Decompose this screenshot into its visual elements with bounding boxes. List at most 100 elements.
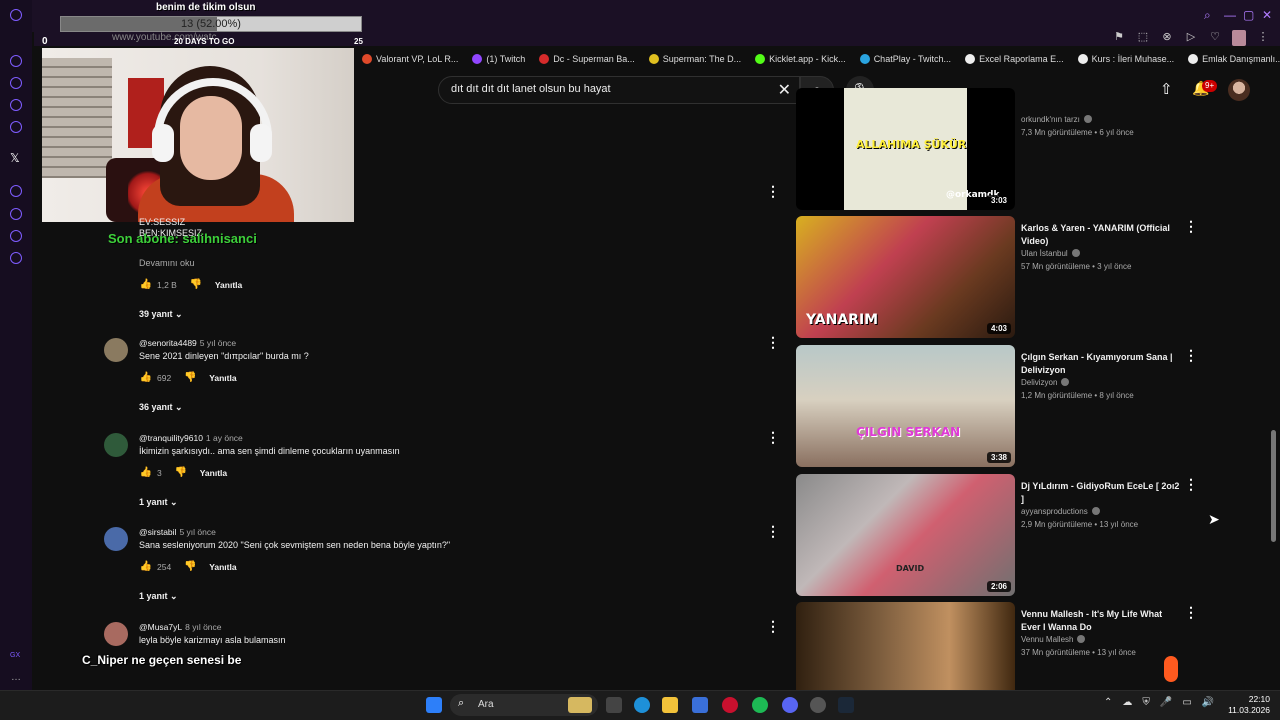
dislike-icon[interactable]: 👎 (189, 279, 203, 290)
comment-time[interactable]: 5 yıl önce (179, 527, 215, 537)
like-icon[interactable]: 👍 (139, 561, 153, 572)
related-video-item[interactable]: ALLAHIMA ŞÜKÜR @orkamdk 3:03 orkundk'nın ta… (796, 88, 1196, 210)
microphone-icon[interactable]: 🎤 (1160, 697, 1172, 708)
maximize-icon[interactable]: ▢ (1243, 8, 1254, 22)
video-menu-icon[interactable]: ⋮ (1184, 604, 1198, 621)
avatar[interactable] (104, 433, 128, 457)
reply-button[interactable]: Yanıtla (215, 280, 242, 290)
video-channel[interactable]: orkundk'nın tarzı (1021, 115, 1092, 124)
dislike-icon[interactable]: 👎 (183, 561, 197, 572)
comment-author[interactable]: @Musa7yL (139, 622, 182, 632)
chevron-up-icon[interactable]: ⌃ (1104, 697, 1112, 708)
like-icon[interactable]: 👍 (139, 279, 153, 290)
bookmark-item[interactable]: Kicklet.app - Kick... (755, 50, 846, 68)
replies-toggle[interactable]: 39 yanıt ⌄ (139, 309, 183, 320)
bookmark-icon[interactable]: ⚑ (1112, 30, 1126, 46)
dislike-icon[interactable]: 👎 (174, 467, 188, 478)
dislike-icon[interactable]: 👎 (183, 372, 197, 383)
more-icon[interactable]: … (11, 672, 21, 683)
bookmark-item[interactable]: Dc - Superman Ba... (539, 50, 635, 68)
twitch-icon[interactable] (10, 77, 22, 89)
bookmark-item[interactable]: Valorant VP, LoL R... (362, 50, 458, 68)
video-thumbnail[interactable]: YANARIM 4:03 (796, 216, 1015, 338)
account-avatar[interactable] (1228, 79, 1250, 101)
minimize-icon[interactable]: — (1224, 8, 1236, 22)
reply-button[interactable]: Yanıtla (200, 468, 227, 478)
search-icon[interactable]: ⌕ (1204, 8, 1211, 23)
settings-icon[interactable] (10, 252, 22, 264)
comment-menu-icon[interactable]: ⋮ (766, 334, 780, 351)
video-title[interactable]: Vennu Mallesh - It's My Life What Ever I… (1021, 608, 1181, 634)
read-more-link[interactable]: Devamını oku (139, 258, 195, 268)
replies-toggle[interactable]: 1 yanıt ⌄ (139, 591, 178, 602)
replies-count[interactable]: 36 yanıt (139, 402, 173, 412)
task-view-icon[interactable] (606, 697, 622, 713)
discord-icon[interactable] (10, 99, 22, 111)
video-menu-icon[interactable]: ⋮ (1184, 476, 1198, 493)
block-icon[interactable]: ⊗ (1160, 30, 1174, 46)
opera-gx-icon[interactable] (722, 697, 738, 713)
video-menu-icon[interactable]: ⋮ (1184, 347, 1198, 364)
replies-count[interactable]: 1 yanıt (139, 591, 168, 601)
related-video-item[interactable]: ÇILGIN SERKAN 3:38 Çılgın Serkan - Kıyamıy… (796, 345, 1198, 467)
chevron-down-icon[interactable]: ⌄ (175, 402, 183, 412)
like-icon[interactable]: 👍 (139, 467, 153, 478)
tray-app-icon[interactable]: ☁ (1122, 697, 1132, 708)
video-title[interactable]: Çılgın Serkan - Kıyamıyorum Sana | Deliv… (1021, 351, 1181, 377)
video-channel[interactable]: ayyansproductions (1021, 507, 1100, 516)
x-icon[interactable]: 𝕏 (10, 151, 20, 165)
avatar[interactable] (104, 338, 128, 362)
video-channel[interactable]: Vennu Mallesh (1021, 635, 1086, 644)
video-title[interactable]: Karlos & Yaren - YANARIM (Official Video… (1021, 222, 1181, 248)
discord-icon[interactable] (782, 697, 798, 713)
comment-time[interactable]: 8 yıl önce (185, 622, 221, 632)
profile-avatar[interactable] (1232, 30, 1246, 46)
replies-count[interactable]: 1 yanıt (139, 497, 168, 507)
spotify-icon[interactable] (752, 697, 768, 713)
comment-menu-icon[interactable]: ⋮ (766, 183, 780, 200)
close-icon[interactable]: ✕ (1262, 8, 1272, 22)
search-query[interactable]: dıt dıt dıt dıt lanet olsun bu hayat (451, 83, 611, 95)
bookmark-item[interactable]: Emlak Danışmanlı... (1188, 50, 1280, 68)
bookmark-item[interactable]: Excel Raporlama E... (965, 50, 1064, 68)
clock[interactable]: 22:10 11.03.2026 (1226, 694, 1270, 716)
bookmark-item[interactable]: (1) Twitch (472, 50, 525, 68)
chevron-down-icon[interactable]: ⌄ (175, 309, 183, 319)
comment-time[interactable]: 5 yıl önce (200, 338, 236, 348)
video-channel[interactable]: Ulan İstanbul (1021, 249, 1080, 258)
network-icon[interactable]: ▭ (1182, 697, 1191, 708)
reply-button[interactable]: Yanıtla (209, 373, 236, 383)
steam-icon[interactable] (838, 697, 854, 713)
avatar[interactable] (104, 622, 128, 646)
bookmark-item[interactable]: Kurs : İleri Muhase... (1077, 50, 1174, 68)
windows-start-icon[interactable] (426, 697, 442, 713)
player-icon[interactable] (10, 185, 22, 197)
heart-icon[interactable]: ♡ (1208, 30, 1222, 46)
clear-search-icon[interactable]: ✕ (778, 80, 791, 100)
chevron-down-icon[interactable]: ⌄ (170, 591, 178, 601)
video-menu-icon[interactable]: ⋮ (1184, 218, 1198, 235)
shield-icon[interactable]: ⛨ (1142, 697, 1150, 708)
video-thumbnail[interactable]: DAVID 2:06 (796, 474, 1015, 596)
comment-menu-icon[interactable]: ⋮ (766, 523, 780, 540)
store-icon[interactable] (692, 697, 708, 713)
chevron-down-icon[interactable]: ⌄ (170, 497, 178, 507)
menu-icon[interactable]: ⋮ (1256, 30, 1270, 46)
comment-menu-icon[interactable]: ⋮ (766, 429, 780, 446)
opera-logo-icon[interactable] (10, 9, 22, 21)
messenger-icon[interactable] (10, 121, 22, 133)
replies-toggle[interactable]: 1 yanıt ⌄ (139, 497, 178, 508)
like-icon[interactable]: 👍 (139, 372, 153, 383)
gx-icon[interactable]: GX (10, 652, 20, 659)
history-icon[interactable] (10, 208, 22, 220)
bookmark-item[interactable]: ChatPlay - Twitch... (859, 50, 951, 68)
screenshot-icon[interactable]: ⬚ (1136, 30, 1150, 46)
widget-icon[interactable] (568, 697, 592, 713)
reply-button[interactable]: Yanıtla (209, 562, 236, 572)
replies-count[interactable]: 39 yanıt (139, 309, 173, 319)
file-explorer-icon[interactable] (662, 697, 678, 713)
comment-author[interactable]: @tranquility9610 (139, 433, 203, 443)
video-thumbnail[interactable]: ÇILGIN SERKAN 3:38 (796, 345, 1015, 467)
comment-time[interactable]: 1 ay önce (206, 433, 243, 443)
comment-author[interactable]: @sirstabil (139, 527, 176, 537)
